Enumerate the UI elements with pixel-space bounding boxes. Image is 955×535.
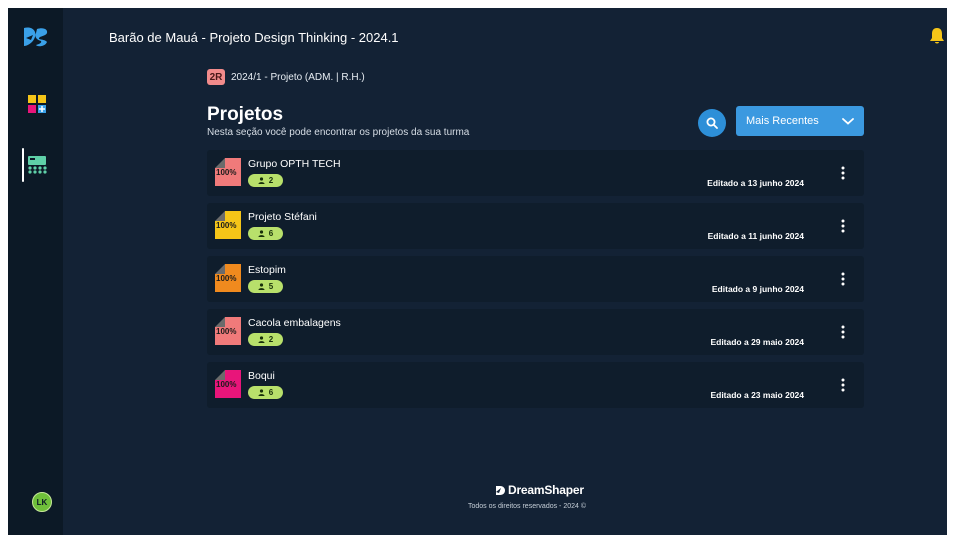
- project-name: Boqui: [248, 370, 275, 382]
- project-list: 100% Grupo OPTH TECH 2 Editado a 13 junh…: [207, 150, 864, 415]
- class-badge: 2R: [207, 69, 225, 85]
- class-label: 2024/1 - Projeto (ADM. | R.H.): [231, 71, 365, 83]
- edited-date: Editado a 23 maio 2024: [710, 390, 804, 400]
- sidebar: LK: [8, 8, 63, 535]
- project-card[interactable]: 100% Cacola embalagens 2 Editado a 29 ma…: [207, 309, 864, 355]
- project-name: Grupo OPTH TECH: [248, 158, 341, 170]
- members-badge: 6: [248, 386, 283, 399]
- notification-bell-icon[interactable]: [929, 27, 945, 45]
- members-count: 6: [268, 388, 274, 397]
- class-selector[interactable]: 2R 2024/1 - Projeto (ADM. | R.H.): [207, 69, 365, 85]
- sort-dropdown[interactable]: Mais Recentes: [736, 106, 864, 136]
- edited-date: Editado a 11 junho 2024: [707, 231, 804, 241]
- person-icon: [258, 177, 265, 184]
- class-board-icon[interactable]: [27, 154, 47, 174]
- members-badge: 6: [248, 227, 283, 240]
- avatar[interactable]: LK: [32, 492, 52, 512]
- page-title: Projetos: [207, 104, 284, 125]
- person-icon: [258, 230, 265, 237]
- footer-logo: DreamShaper: [495, 483, 584, 497]
- more-options-icon[interactable]: [840, 271, 846, 287]
- project-name: Cacola embalagens: [248, 317, 341, 329]
- more-options-icon[interactable]: [840, 165, 846, 181]
- project-card[interactable]: 100% Boqui 6 Editado a 23 maio 2024: [207, 362, 864, 408]
- project-name: Estopim: [248, 264, 286, 276]
- chevron-down-icon: [842, 118, 854, 125]
- project-progress: 100%: [216, 327, 237, 336]
- dreamshaper-logo-icon: [496, 485, 505, 495]
- members-count: 6: [268, 229, 274, 238]
- footer-copyright: Todos os direitos reservados - 2024 ©: [468, 503, 586, 510]
- project-card[interactable]: 100% Grupo OPTH TECH 2 Editado a 13 junh…: [207, 150, 864, 196]
- more-options-icon[interactable]: [840, 324, 846, 340]
- ds-logo-icon[interactable]: [23, 26, 49, 48]
- apps-add-icon[interactable]: [27, 94, 47, 114]
- edited-date: Editado a 13 junho 2024: [707, 178, 804, 188]
- edited-date: Editado a 29 maio 2024: [710, 337, 804, 347]
- project-name: Projeto Stéfani: [248, 211, 317, 223]
- header-title: Barão de Mauá - Projeto Design Thinking …: [109, 30, 399, 45]
- project-progress: 100%: [216, 221, 237, 230]
- person-icon: [258, 336, 265, 343]
- edited-date: Editado a 9 junho 2024: [711, 284, 804, 294]
- project-progress: 100%: [216, 380, 237, 389]
- project-progress: 100%: [216, 168, 237, 177]
- members-count: 2: [268, 176, 274, 185]
- more-options-icon[interactable]: [840, 377, 846, 393]
- members-badge: 5: [248, 280, 283, 293]
- person-icon: [258, 283, 265, 290]
- members-badge: 2: [248, 174, 283, 187]
- footer-brand: DreamShaper: [508, 483, 584, 497]
- search-button[interactable]: [698, 109, 726, 137]
- sidebar-active-indicator: [22, 148, 24, 182]
- sort-dropdown-label: Mais Recentes: [746, 115, 819, 127]
- project-progress: 100%: [216, 274, 237, 283]
- app-window: LK Barão de Mauá - Projeto Design Thinki…: [8, 8, 947, 535]
- person-icon: [258, 389, 265, 396]
- page-subtitle: Nesta seção você pode encontrar os proje…: [207, 127, 470, 138]
- project-card[interactable]: 100% Estopim 5 Editado a 9 junho 2024: [207, 256, 864, 302]
- project-card[interactable]: 100% Projeto Stéfani 6 Editado a 11 junh…: [207, 203, 864, 249]
- members-count: 2: [268, 335, 274, 344]
- more-options-icon[interactable]: [840, 218, 846, 234]
- members-count: 5: [268, 282, 274, 291]
- members-badge: 2: [248, 333, 283, 346]
- search-icon: [706, 117, 718, 129]
